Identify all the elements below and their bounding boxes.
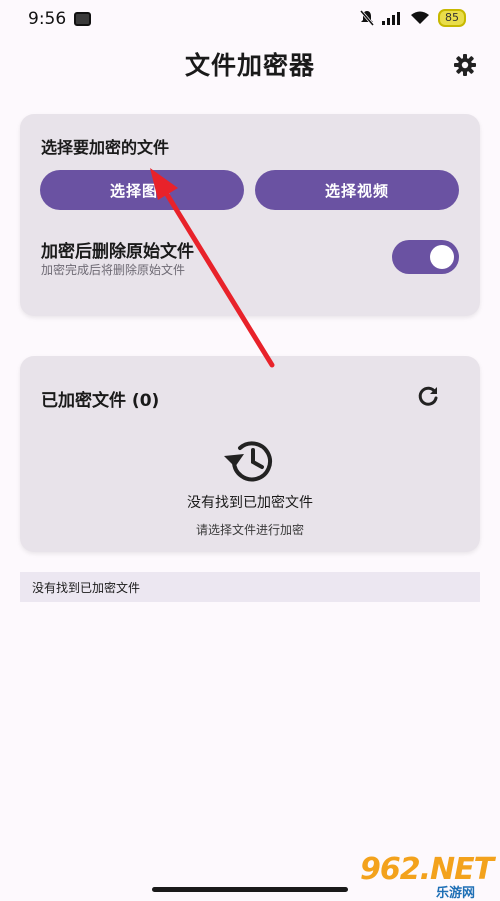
status-time: 9:56 xyxy=(28,9,67,29)
wifi-icon xyxy=(411,11,429,24)
refresh-button[interactable] xyxy=(415,384,441,410)
gear-icon xyxy=(454,54,476,76)
status-bar: 9:56 85 xyxy=(0,0,500,36)
watermark-logo: 962.NET 乐游网 xyxy=(360,852,500,901)
status-icons: 85 xyxy=(360,9,466,27)
history-icon xyxy=(224,441,272,482)
delete-original-description: 加密完成后将删除原始文件 xyxy=(41,263,186,277)
select-files-title: 选择要加密的文件 xyxy=(41,138,170,157)
delete-original-title: 加密后删除原始文件 xyxy=(41,242,194,262)
home-indicator[interactable] xyxy=(152,887,348,892)
page-title: 文件加密器 xyxy=(184,51,315,80)
encrypted-files-card: 已加密文件 (0) 没有找到已加密文件 请选择文件进行加密 xyxy=(20,356,480,552)
notification-app-icon xyxy=(74,12,91,26)
status-message-bar: 没有找到已加密文件 xyxy=(20,572,480,602)
settings-button[interactable] xyxy=(451,51,479,79)
empty-state-text: 没有找到已加密文件 xyxy=(187,495,313,511)
encrypted-files-title: 已加密文件 (0) xyxy=(41,391,160,411)
empty-state-subtext: 请选择文件进行加密 xyxy=(195,523,304,537)
toggle-knob xyxy=(430,245,454,269)
signal-icon xyxy=(382,12,400,25)
battery-indicator: 85 xyxy=(438,9,466,27)
watermark-subtext: 乐游网 xyxy=(436,886,476,901)
select-files-card: 选择要加密的文件 选择图片 选择视频 加密后删除原始文件 加密完成后将删除原始文… xyxy=(20,114,480,316)
mute-bell-icon xyxy=(360,10,374,26)
select-video-button[interactable]: 选择视频 xyxy=(255,170,459,210)
select-image-button[interactable]: 选择图片 xyxy=(40,170,244,210)
delete-original-toggle[interactable] xyxy=(392,240,459,274)
refresh-icon xyxy=(418,386,438,406)
status-message-text: 没有找到已加密文件 xyxy=(32,581,141,595)
